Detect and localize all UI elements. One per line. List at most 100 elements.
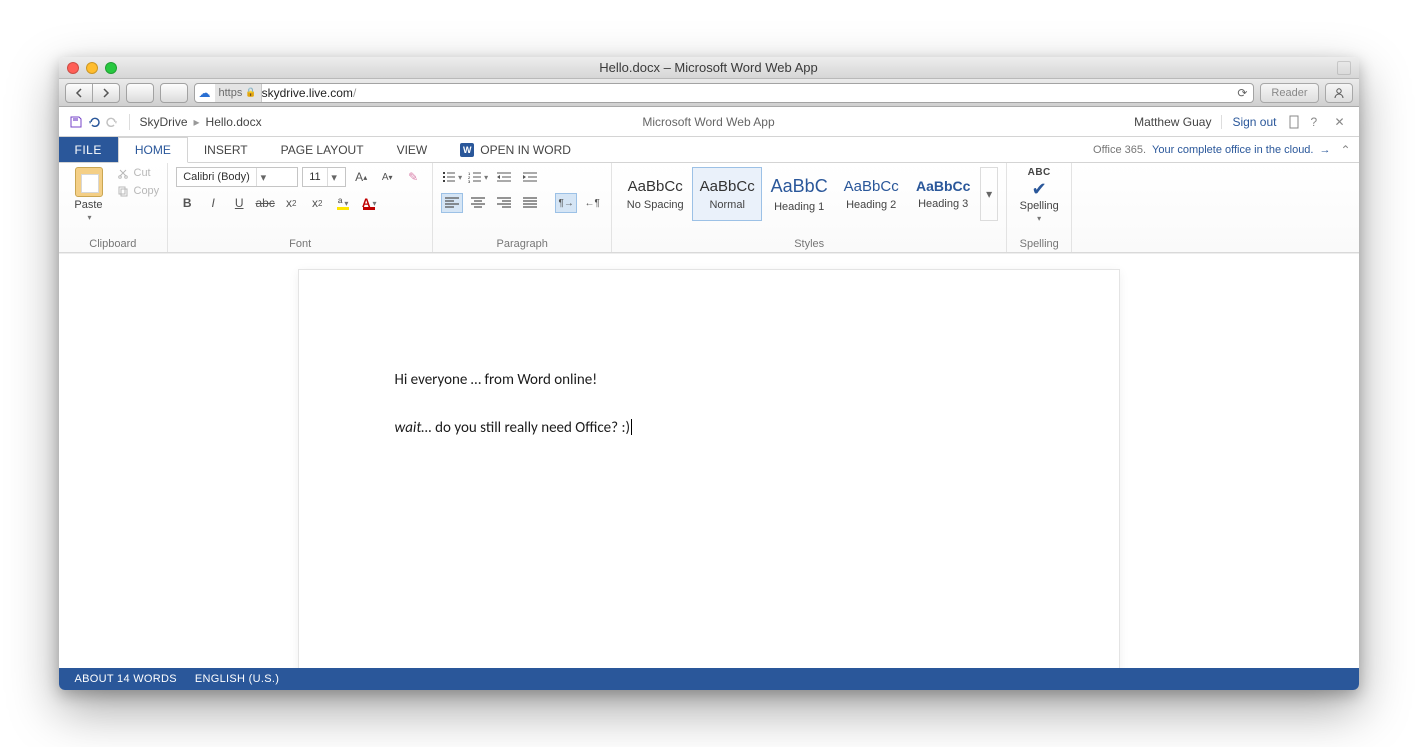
style-no-spacing[interactable]: AaBbCc No Spacing: [620, 167, 690, 221]
style-preview: AaBbC: [771, 176, 828, 197]
document-canvas[interactable]: Hi everyone … from Word online! wait… do…: [59, 253, 1359, 668]
font-family-combo[interactable]: Calibri (Body) ▾: [176, 167, 298, 187]
spelling-button[interactable]: ABC ✔ Spelling ▾: [1015, 167, 1063, 223]
bulleted-list-button[interactable]: ▾: [441, 167, 463, 187]
highlight-button[interactable]: ª▾: [332, 193, 354, 213]
mac-titlebar: Hello.docx – Microsoft Word Web App: [59, 57, 1359, 79]
sign-out-link[interactable]: Sign out: [1221, 115, 1276, 129]
document-line-1[interactable]: Hi everyone … from Word online!: [395, 370, 1023, 392]
share-button[interactable]: [126, 83, 154, 103]
tab-file[interactable]: FILE: [59, 137, 118, 162]
italic-button[interactable]: I: [202, 193, 224, 213]
style-name: Heading 1: [774, 201, 824, 213]
group-clipboard: Paste ▾ Cut Copy Clipboard: [59, 163, 169, 252]
word-icon: W: [460, 143, 474, 157]
subscript-button[interactable]: x2: [280, 193, 302, 213]
traffic-light-zoom[interactable]: [105, 62, 117, 74]
paste-dropdown-icon[interactable]: ▾: [87, 213, 91, 222]
style-heading-2[interactable]: AaBbCc Heading 2: [836, 167, 906, 221]
superscript-button[interactable]: x2: [306, 193, 328, 213]
fullscreen-icon[interactable]: [1337, 61, 1351, 75]
save-icon[interactable]: [69, 115, 83, 129]
redo-button[interactable]: [105, 115, 119, 129]
increase-indent-button[interactable]: [519, 167, 541, 187]
breadcrumb-file[interactable]: Hello.docx: [206, 115, 262, 129]
clear-formatting-button[interactable]: ✎: [402, 167, 424, 187]
style-heading-3[interactable]: AaBbCc Heading 3: [908, 167, 978, 221]
font-color-button[interactable]: A▾: [358, 193, 380, 213]
tab-page-layout[interactable]: PAGE LAYOUT: [265, 137, 381, 162]
ltr-direction-button[interactable]: ¶→: [555, 193, 577, 213]
tab-home[interactable]: HOME: [118, 137, 188, 163]
svg-text:3: 3: [468, 179, 471, 183]
promo-prefix: Office 365.: [1093, 144, 1146, 156]
style-preview: AaBbCc: [700, 178, 755, 195]
align-left-button[interactable]: [441, 193, 463, 213]
decrease-indent-button[interactable]: [493, 167, 515, 187]
grow-font-button[interactable]: A▴: [350, 167, 372, 187]
strikethrough-button[interactable]: abc: [254, 193, 276, 213]
underline-button[interactable]: U: [228, 193, 250, 213]
user-name[interactable]: Matthew Guay: [1134, 115, 1211, 129]
group-spelling: ABC ✔ Spelling ▾ Spelling: [1007, 163, 1072, 252]
copy-button[interactable]: Copy: [117, 185, 160, 197]
reload-button[interactable]: ⟳: [1231, 86, 1253, 100]
paste-button[interactable]: Paste ▾: [67, 167, 111, 222]
rtl-direction-button[interactable]: ←¶: [581, 193, 603, 213]
cut-label: Cut: [134, 167, 151, 179]
header-doc-icon[interactable]: [1287, 115, 1301, 129]
bookmark-button[interactable]: [160, 83, 188, 103]
reader-button[interactable]: Reader: [1260, 83, 1318, 103]
group-spelling-label: Spelling: [1015, 236, 1063, 250]
document-line-2[interactable]: wait… do you still really need Office? :…: [395, 418, 1023, 440]
font-family-value: Calibri (Body): [177, 171, 256, 183]
shrink-font-button[interactable]: A▾: [376, 167, 398, 187]
document-line-2-rest: do you still really need Office? :): [432, 419, 630, 437]
style-heading-1[interactable]: AaBbC Heading 1: [764, 167, 834, 221]
style-name: Heading 2: [846, 199, 896, 211]
lock-icon: 🔒: [245, 87, 256, 98]
style-name: No Spacing: [627, 199, 684, 211]
styles-more-button[interactable]: ▾: [980, 167, 998, 221]
style-preview: AaBbCc: [916, 178, 970, 194]
group-paragraph: ▾ 123▾: [433, 163, 612, 252]
collapse-ribbon-icon[interactable]: ⌃: [1340, 137, 1350, 162]
safari-user-button[interactable]: [1325, 83, 1353, 103]
language-indicator[interactable]: ENGLISH (U.S.): [195, 673, 279, 685]
checkmark-icon: ✔: [1032, 180, 1047, 198]
style-normal[interactable]: AaBbCc Normal: [692, 167, 762, 221]
chevron-down-icon[interactable]: ▾: [1037, 214, 1041, 223]
word-count[interactable]: ABOUT 14 WORDS: [75, 673, 177, 685]
undo-button[interactable]: [87, 115, 101, 129]
open-in-word-label: OPEN IN WORD: [480, 143, 571, 157]
safari-toolbar: ☁ https 🔒 skydrive.live.com / ⟳ Reader: [59, 79, 1359, 107]
help-icon[interactable]: ?: [1311, 115, 1325, 129]
group-paragraph-label: Paragraph: [441, 236, 603, 250]
back-button[interactable]: [66, 88, 92, 98]
tab-insert[interactable]: INSERT: [188, 137, 265, 162]
promo-link[interactable]: Your complete office in the cloud.: [1152, 144, 1313, 156]
https-badge: https 🔒: [215, 84, 262, 102]
numbered-list-button[interactable]: 123▾: [467, 167, 489, 187]
traffic-light-close[interactable]: [67, 62, 79, 74]
forward-button[interactable]: [93, 88, 119, 98]
tab-view[interactable]: VIEW: [381, 137, 445, 162]
open-in-word-button[interactable]: W OPEN IN WORD: [444, 137, 588, 162]
align-justify-button[interactable]: [519, 193, 541, 213]
url-path: /: [353, 86, 356, 100]
address-bar[interactable]: ☁ https 🔒 skydrive.live.com / ⟳: [194, 83, 1255, 103]
align-center-button[interactable]: [467, 193, 489, 213]
document-page[interactable]: Hi everyone … from Word online! wait… do…: [299, 270, 1119, 668]
bold-button[interactable]: B: [176, 193, 198, 213]
breadcrumb-root[interactable]: SkyDrive: [140, 115, 188, 129]
spelling-label: Spelling: [1020, 200, 1059, 212]
chevron-down-icon[interactable]: ▾: [327, 168, 341, 186]
close-icon[interactable]: ✕: [1335, 115, 1349, 129]
arrow-right-icon: →: [1320, 144, 1331, 156]
chevron-down-icon[interactable]: ▾: [256, 168, 270, 186]
traffic-light-minimize[interactable]: [86, 62, 98, 74]
font-size-combo[interactable]: 11 ▾: [302, 167, 346, 187]
group-styles: AaBbCc No Spacing AaBbCc Normal AaBbC He…: [612, 163, 1007, 252]
cut-button[interactable]: Cut: [117, 167, 160, 179]
align-right-button[interactable]: [493, 193, 515, 213]
